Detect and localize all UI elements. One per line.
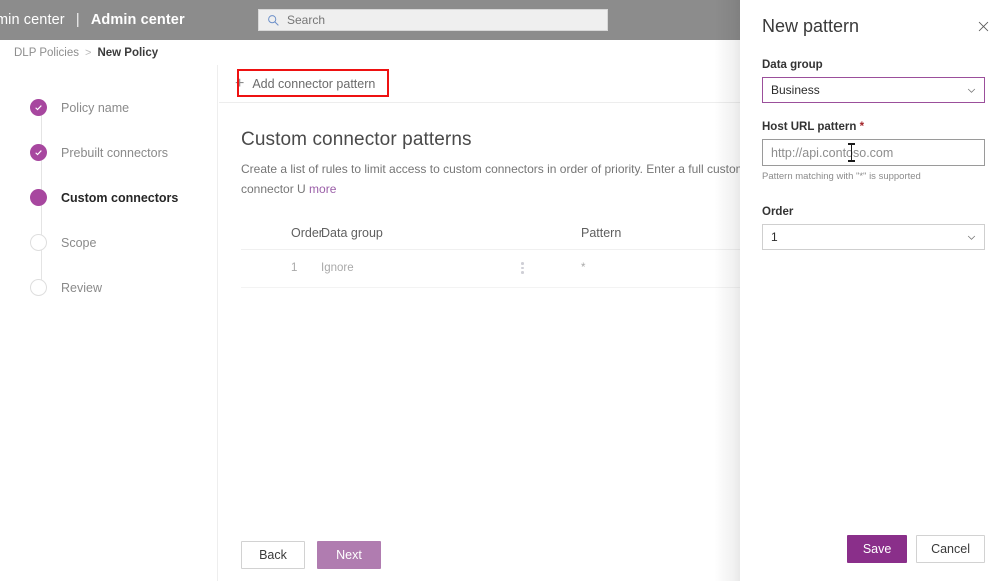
data-group-label: Data group xyxy=(762,59,823,71)
search-input[interactable]: Search xyxy=(258,9,608,31)
host-url-hint: Pattern matching with "*" is supported xyxy=(762,171,921,182)
learn-more-link[interactable]: more xyxy=(309,182,336,196)
panel-footer: Save Cancel xyxy=(847,535,985,563)
host-url-placeholder: http://api.contoso.com xyxy=(771,145,894,160)
add-connector-pattern-button[interactable]: + Add connector pattern xyxy=(233,71,383,97)
data-group-value: Business xyxy=(771,83,820,97)
step-pending-icon xyxy=(30,279,47,296)
column-header-data-group: Data group xyxy=(321,225,383,240)
more-vertical-icon xyxy=(521,262,524,274)
patterns-table: Order Data group Pattern 1 Ignore * xyxy=(241,226,801,288)
step-complete-icon xyxy=(30,99,47,116)
breadcrumb-separator: > xyxy=(85,46,92,59)
dlp-new-policy-screen: min center | Admin center Search DLP Pol… xyxy=(0,0,1007,581)
sidebar-item-label: Review xyxy=(61,280,102,295)
sidebar-item-prebuilt-connectors[interactable]: Prebuilt connectors xyxy=(8,130,217,175)
data-group-field: Data group Business xyxy=(762,59,985,103)
sidebar-item-label: Scope xyxy=(61,235,97,250)
chevron-down-icon xyxy=(967,88,976,93)
check-icon xyxy=(35,150,42,156)
check-icon xyxy=(35,105,42,111)
sidebar-item-label: Prebuilt connectors xyxy=(61,145,169,160)
panel-title: New pattern xyxy=(762,16,860,36)
new-pattern-panel: New pattern Data group Business Host URL… xyxy=(714,0,1007,581)
cell-data-group: Ignore xyxy=(321,262,354,275)
close-button[interactable] xyxy=(973,16,993,36)
host-url-label-text: Host URL pattern xyxy=(762,121,857,133)
cell-order: 1 xyxy=(291,262,298,275)
plus-icon: + xyxy=(235,74,245,92)
suite-title-truncated: min center xyxy=(0,12,65,28)
sidebar-item-custom-connectors[interactable]: Custom connectors xyxy=(8,175,217,220)
table-header-row: Order Data group Pattern xyxy=(241,226,801,250)
sidebar-item-scope[interactable]: Scope xyxy=(8,220,217,265)
back-button[interactable]: Back xyxy=(241,541,305,569)
save-button[interactable]: Save xyxy=(847,535,908,563)
wizard-footer: Back Next xyxy=(241,541,381,569)
panel-body: Data group Business Host URL pattern * h… xyxy=(740,37,1007,250)
close-icon xyxy=(978,21,988,31)
data-group-select[interactable]: Business xyxy=(762,77,985,103)
breadcrumb-dlp-policies[interactable]: DLP Policies xyxy=(14,47,79,59)
host-url-field: Host URL pattern * http://api.contoso.co… xyxy=(762,121,985,182)
add-connector-pattern-label: Add connector pattern xyxy=(252,76,376,91)
sidebar-item-label: Policy name xyxy=(61,100,130,115)
step-current-icon xyxy=(30,189,47,206)
panel-header: New pattern xyxy=(740,0,1007,37)
order-value: 1 xyxy=(771,230,778,244)
order-label: Order xyxy=(762,206,794,218)
text-cursor-icon xyxy=(848,143,855,162)
table-row[interactable]: 1 Ignore * xyxy=(241,250,801,288)
step-pending-icon xyxy=(30,234,47,251)
order-field: Order 1 xyxy=(762,206,985,250)
row-overflow-menu-button[interactable] xyxy=(521,262,581,274)
sidebar-item-review[interactable]: Review xyxy=(8,265,217,310)
order-select[interactable]: 1 xyxy=(762,224,985,250)
cancel-button[interactable]: Cancel xyxy=(916,535,985,563)
breadcrumb-new-policy: New Policy xyxy=(97,46,159,59)
sidebar-item-label: Custom connectors xyxy=(61,190,179,205)
sidebar-item-policy-name[interactable]: Policy name xyxy=(8,85,217,130)
column-header-spacer xyxy=(521,226,581,240)
required-marker: * xyxy=(859,121,865,133)
step-complete-icon xyxy=(30,144,47,161)
wizard-step-rail: Policy name Prebuilt connectors Custom c… xyxy=(8,65,218,581)
wizard-steps: Policy name Prebuilt connectors Custom c… xyxy=(8,85,217,310)
section-description: Create a list of rules to limit access t… xyxy=(241,160,801,200)
suite-title-divider: | xyxy=(75,12,80,28)
suite-title-admin-center: Admin center xyxy=(90,12,185,28)
search-icon xyxy=(268,14,279,26)
column-header-order: Order xyxy=(291,225,323,240)
host-url-label: Host URL pattern * xyxy=(762,121,985,133)
next-button[interactable]: Next xyxy=(317,541,381,569)
host-url-input[interactable]: http://api.contoso.com xyxy=(762,139,985,166)
chevron-down-icon xyxy=(967,235,976,240)
suite-title: min center | Admin center xyxy=(0,12,185,28)
search-placeholder: Search xyxy=(287,13,326,27)
